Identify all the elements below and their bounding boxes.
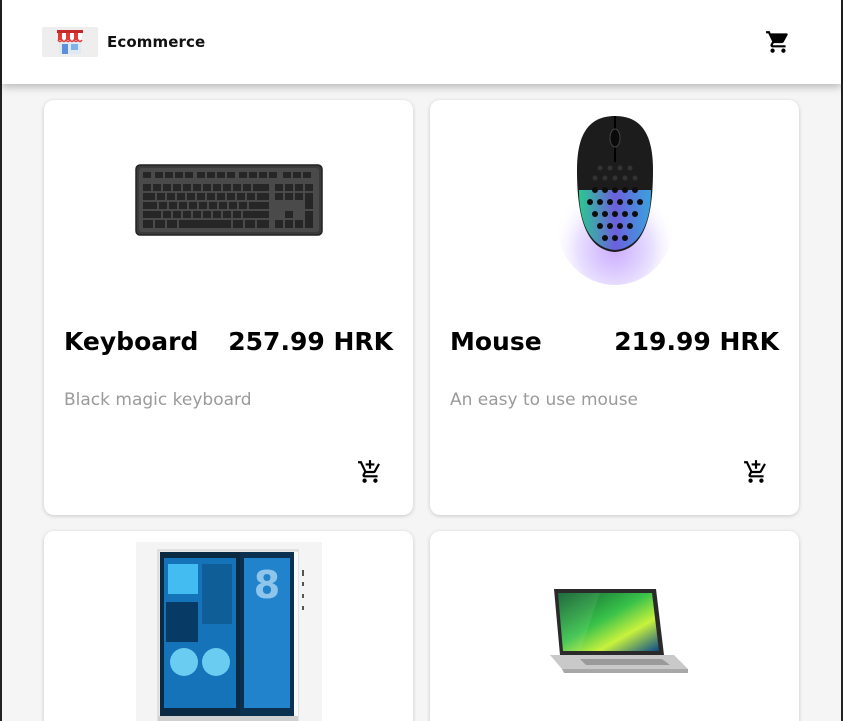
product-card-laptop[interactable] [430,531,799,721]
svg-text:8: 8 [254,563,280,607]
product-card-keyboard[interactable]: Keyboard 257.99 HRK Black magic keyboard [44,100,413,515]
add-to-cart-button[interactable] [743,459,769,485]
product-name[interactable]: Keyboard [64,327,198,356]
storefront-logo[interactable] [42,27,98,57]
add-shopping-cart-icon [744,460,766,483]
product-price: 219.99 HRK [614,327,779,356]
product-image [430,100,799,300]
keyboard-image [134,164,323,236]
storefront-icon [57,30,83,54]
shopping-cart-icon [766,31,788,53]
add-to-cart-button[interactable] [357,459,383,485]
product-image [430,571,799,691]
product-image: 8 [136,542,322,721]
product-price: 257.99 HRK [228,327,393,356]
product-card-mouse[interactable]: Mouse 219.99 HRK An easy to use mouse [430,100,799,515]
add-shopping-cart-icon [358,460,380,483]
product-name[interactable]: Mouse [450,327,542,356]
desktop-pc-case-image: 8 [157,549,304,721]
app-bar: Ecommerce [2,0,841,84]
product-card-pc[interactable]: 8 [44,531,413,721]
cart-button[interactable] [765,29,791,55]
gaming-mouse-image [556,116,673,285]
product-image [44,100,413,300]
brand-title[interactable]: Ecommerce [107,33,205,51]
product-description: Black magic keyboard [64,390,252,410]
product-description: An easy to use mouse [450,390,639,410]
laptop-image [549,589,688,673]
